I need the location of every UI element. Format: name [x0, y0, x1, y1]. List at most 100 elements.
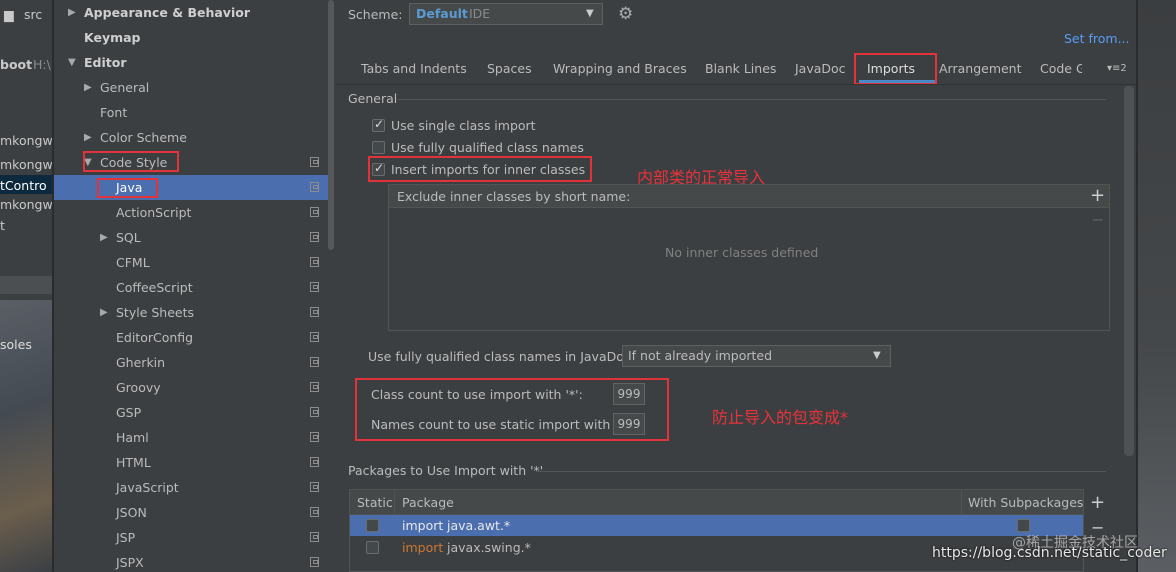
tree-item-html[interactable]: HTML — [54, 450, 330, 475]
gear-icon[interactable]: ⚙ — [618, 4, 633, 24]
project-item[interactable]: mkongw — [0, 197, 52, 212]
tree-item-editor[interactable]: ▼ Editor — [54, 50, 330, 75]
exclude-empty-text: No inner classes defined — [665, 245, 819, 260]
content-scrollbar[interactable] — [1124, 86, 1134, 456]
tree-item-gsp[interactable]: GSP — [54, 400, 330, 425]
tabs-overflow-icon[interactable]: ▾≡2 — [1107, 63, 1127, 74]
col-package[interactable]: Package — [402, 495, 454, 510]
tree-item-font[interactable]: Font — [54, 100, 330, 125]
tree-item-haml[interactable]: Haml — [54, 425, 330, 450]
tree-item-jspx[interactable]: JSPX — [54, 550, 330, 572]
tree-item-editorconfig[interactable]: EditorConfig — [54, 325, 330, 350]
tree-item-json[interactable]: JSON — [54, 500, 330, 525]
tree-item-color-scheme[interactable]: ▶ Color Scheme — [54, 125, 330, 150]
tree-item-label: General — [100, 80, 150, 95]
copy-icon — [310, 232, 319, 242]
tab-javadoc[interactable]: JavaDoc — [795, 61, 846, 76]
project-item[interactable]: mkongw — [0, 157, 52, 172]
tree-item-actionscript[interactable]: ActionScript — [54, 200, 330, 225]
copy-icon — [310, 282, 319, 292]
tree-item-appearance-behavior[interactable]: ▶ Appearance & Behavior — [54, 0, 330, 25]
tree-item-keymap[interactable]: Keymap — [54, 25, 330, 50]
col-divider — [394, 490, 395, 514]
chevron-right-icon[interactable]: ▶ — [84, 125, 92, 150]
javadoc-dropdown[interactable]: If not already imported ▼ — [622, 345, 891, 367]
general-section-title: General — [348, 91, 398, 106]
tree-item-style-sheets[interactable]: ▶ Style Sheets — [54, 300, 330, 325]
set-from-link[interactable]: Set from... — [1064, 31, 1130, 46]
row-subpackages-checkbox[interactable] — [1017, 519, 1030, 532]
tree-item-label: Groovy — [116, 380, 161, 395]
col-divider — [961, 490, 962, 514]
tree-item-label: JSON — [116, 505, 147, 520]
single-class-import-label[interactable]: Use single class import — [391, 118, 536, 133]
tree-scrollbar[interactable] — [328, 0, 334, 250]
project-item[interactable]: mkongw — [0, 133, 52, 148]
tree-item-label: Font — [100, 105, 128, 120]
tree-item-label: CFML — [116, 255, 150, 270]
tree-item-general[interactable]: ▶ General — [54, 75, 330, 100]
tree-item-label: JSPX — [116, 555, 144, 570]
chevron-right-icon[interactable]: ▶ — [100, 225, 108, 250]
col-static[interactable]: Static — [357, 495, 393, 510]
col-with-subpackages[interactable]: With Subpackages — [968, 495, 1083, 510]
scheme-dropdown[interactable]: Default IDE ▼ — [409, 3, 603, 25]
tab-wrapping-and-braces[interactable]: Wrapping and Braces — [553, 61, 687, 76]
table-row[interactable]: import java.awt.* — [350, 515, 1083, 536]
exclude-list[interactable]: Exclude inner classes by short name: No … — [388, 184, 1110, 331]
packages-section-title: Packages to Use Import with '*' — [348, 463, 544, 478]
scheme-name: Default — [416, 6, 468, 21]
row-keyword: import — [402, 540, 444, 555]
tree-item-label: Keymap — [84, 30, 141, 45]
project-item[interactable]: tContro — [0, 178, 47, 193]
general-separator — [398, 99, 1106, 100]
fully-qualified-checkbox[interactable] — [372, 141, 385, 154]
copy-icon — [310, 432, 319, 442]
tree-item-coffeescript[interactable]: CoffeeScript — [54, 275, 330, 300]
chevron-down-icon: ▼ — [873, 350, 881, 361]
tree-item-label: CoffeeScript — [116, 280, 193, 295]
fully-qualified-label[interactable]: Use fully qualified class names — [391, 140, 584, 155]
tab-code-generation[interactable]: Code G — [1040, 61, 1082, 76]
project-item[interactable]: t — [0, 218, 5, 233]
tree-item-cfml[interactable]: CFML — [54, 250, 330, 275]
chevron-right-icon[interactable]: ▶ — [84, 75, 92, 100]
settings-content: Scheme: Default IDE ▼ ⚙ Set from... Tabs… — [336, 0, 1140, 572]
chevron-down-icon[interactable]: ▼ — [68, 50, 76, 75]
copy-icon — [310, 332, 319, 342]
tree-item-java[interactable]: Java — [54, 175, 330, 200]
row-static-checkbox[interactable] — [366, 541, 379, 554]
project-item[interactable]: soles — [0, 337, 32, 352]
add-icon[interactable]: + — [1090, 185, 1105, 206]
chevron-right-icon[interactable]: ▶ — [100, 300, 108, 325]
javadoc-value: If not already imported — [628, 348, 773, 363]
tree-item-label: Color Scheme — [100, 130, 187, 145]
tab-arrangement[interactable]: Arrangement — [939, 61, 1022, 76]
tree-item-groovy[interactable]: Groovy — [54, 375, 330, 400]
row-static-checkbox[interactable] — [366, 519, 379, 532]
watermark-csdn: https://blog.csdn.net/static_coder — [932, 545, 1167, 561]
project-src-label[interactable]: src — [24, 7, 42, 22]
copy-icon — [310, 482, 319, 492]
project-item[interactable]: boot — [0, 57, 32, 72]
tree-item-gherkin[interactable]: Gherkin — [54, 350, 330, 375]
single-class-import-checkbox[interactable] — [372, 117, 385, 132]
remove-icon: − — [1091, 210, 1105, 229]
tab-tabs-and-indents[interactable]: Tabs and Indents — [361, 61, 467, 76]
tab-spaces[interactable]: Spaces — [487, 61, 532, 76]
tree-item-label: JSP — [116, 530, 136, 545]
tab-blank-lines[interactable]: Blank Lines — [705, 61, 776, 76]
add-package-icon[interactable]: + — [1090, 492, 1105, 513]
packages-header: Static Package With Subpackages — [350, 490, 1083, 515]
tree-item-jsp[interactable]: JSP — [54, 525, 330, 550]
highlight-box-counts — [355, 378, 669, 441]
exclude-header: Exclude inner classes by short name: — [389, 185, 1109, 208]
tree-item-label: HTML — [116, 455, 151, 470]
tree-item-label: Style Sheets — [116, 305, 195, 320]
tree-item-label: GSP — [116, 405, 142, 420]
chevron-right-icon[interactable]: ▶ — [68, 0, 76, 25]
tree-item-javascript[interactable]: JavaScript — [54, 475, 330, 500]
row-keyword: import — [402, 518, 444, 533]
tree-item-sql[interactable]: ▶ SQL — [54, 225, 330, 250]
annotation-star-import: 防止导入的包变成* — [712, 408, 849, 427]
